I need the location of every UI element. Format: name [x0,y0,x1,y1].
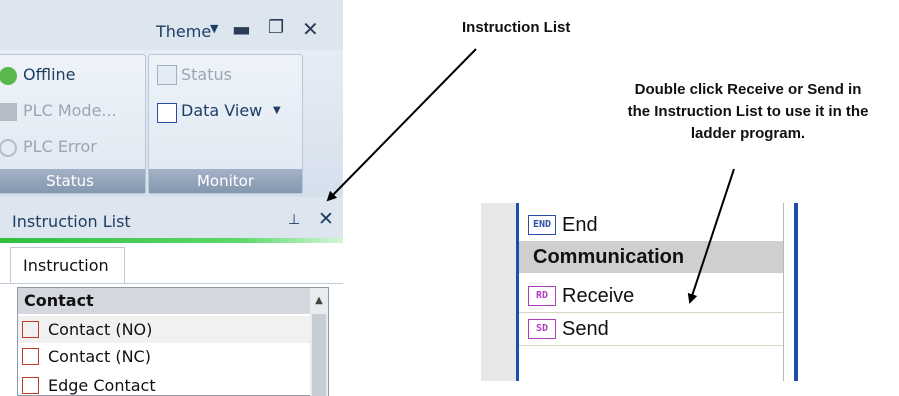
arrow-to-receive-send [687,168,735,304]
annotation-arrows [326,48,735,304]
arrow-to-instruction-list [326,48,477,202]
